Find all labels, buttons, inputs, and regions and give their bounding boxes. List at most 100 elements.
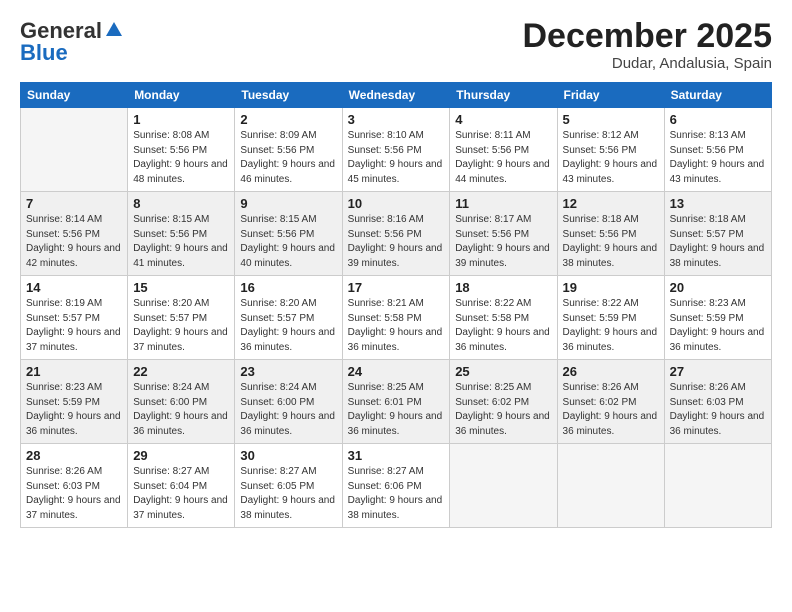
calendar-cell: 23 Sunrise: 8:24 AMSunset: 6:00 PMDayligh… [235,360,342,444]
weekday-header-wednesday: Wednesday [342,83,450,108]
day-number: 7 [26,196,122,211]
day-info: Sunrise: 8:13 AMSunset: 5:56 PMDaylight:… [670,129,766,187]
weekday-header-thursday: Thursday [450,83,557,108]
day-number: 27 [670,364,766,379]
day-number: 30 [240,448,336,463]
day-number: 19 [563,280,659,295]
day-number: 14 [26,280,122,295]
calendar-cell: 7 Sunrise: 8:14 AMSunset: 5:56 PMDaylight… [21,192,128,276]
day-info: Sunrise: 8:27 AMSunset: 6:04 PMDaylight:… [133,465,229,523]
day-info: Sunrise: 8:23 AMSunset: 5:59 PMDaylight:… [26,381,122,439]
day-number: 11 [455,196,551,211]
calendar-cell: 25Sunrise: 8:25 AMSunset: 6:02 PMDayligh… [450,360,557,444]
calendar-cell: 13Sunrise: 8:18 AMSunset: 5:57 PMDayligh… [664,192,771,276]
calendar-cell: 12 Sunrise: 8:18 AMSunset: 5:56 PMDayligh… [557,192,664,276]
calendar-cell: 22Sunrise: 8:24 AMSunset: 6:00 PMDayligh… [128,360,235,444]
day-number: 6 [670,112,766,127]
day-number: 8 [133,196,229,211]
calendar-cell: 29 Sunrise: 8:27 AMSunset: 6:04 PMDayligh… [128,444,235,528]
calendar-cell: 9Sunrise: 8:15 AMSunset: 5:56 PMDaylight… [235,192,342,276]
calendar-cell: 14 Sunrise: 8:19 AMSunset: 5:57 PMDayligh… [21,276,128,360]
day-info: Sunrise: 8:19 AMSunset: 5:57 PMDaylight:… [26,297,122,355]
calendar-cell: 4 Sunrise: 8:11 AMSunset: 5:56 PMDaylight… [450,108,557,192]
day-number: 23 [240,364,336,379]
calendar-table: SundayMondayTuesdayWednesdayThursdayFrid… [20,82,772,528]
day-info: Sunrise: 8:20 AMSunset: 5:57 PMDaylight:… [133,297,229,355]
calendar-cell [450,444,557,528]
calendar-cell: 10 Sunrise: 8:16 AMSunset: 5:56 PMDayligh… [342,192,450,276]
calendar-cell: 18 Sunrise: 8:22 AMSunset: 5:58 PMDayligh… [450,276,557,360]
calendar-cell: 3 Sunrise: 8:10 AMSunset: 5:56 PMDaylight… [342,108,450,192]
weekday-header-monday: Monday [128,83,235,108]
day-info: Sunrise: 8:22 AMSunset: 5:58 PMDaylight:… [455,297,551,355]
day-info: Sunrise: 8:27 AMSunset: 6:06 PMDaylight:… [348,465,445,523]
calendar-cell: 24 Sunrise: 8:25 AMSunset: 6:01 PMDayligh… [342,360,450,444]
day-number: 24 [348,364,445,379]
calendar-week-row: 14 Sunrise: 8:19 AMSunset: 5:57 PMDayligh… [21,276,772,360]
day-info: Sunrise: 8:16 AMSunset: 5:56 PMDaylight:… [348,213,445,271]
day-info: Sunrise: 8:25 AMSunset: 6:02 PMDaylight:… [455,381,551,439]
day-info: Sunrise: 8:18 AMSunset: 5:57 PMDaylight:… [670,213,766,271]
day-info: Sunrise: 8:23 AMSunset: 5:59 PMDaylight:… [670,297,766,355]
calendar-cell [664,444,771,528]
month-title: December 2025 [522,18,772,55]
day-info: Sunrise: 8:11 AMSunset: 5:56 PMDaylight:… [455,129,551,187]
calendar-week-row: 21Sunrise: 8:23 AMSunset: 5:59 PMDayligh… [21,360,772,444]
day-info: Sunrise: 8:21 AMSunset: 5:58 PMDaylight:… [348,297,445,355]
day-number: 5 [563,112,659,127]
day-number: 26 [563,364,659,379]
day-number: 4 [455,112,551,127]
logo-blue: Blue [20,40,68,66]
day-info: Sunrise: 8:10 AMSunset: 5:56 PMDaylight:… [348,129,445,187]
day-info: Sunrise: 8:12 AMSunset: 5:56 PMDaylight:… [563,129,659,187]
calendar-cell: 31 Sunrise: 8:27 AMSunset: 6:06 PMDayligh… [342,444,450,528]
day-number: 2 [240,112,336,127]
day-info: Sunrise: 8:14 AMSunset: 5:56 PMDaylight:… [26,213,122,271]
day-number: 16 [240,280,336,295]
logo-icon [104,20,124,40]
calendar-cell: 6 Sunrise: 8:13 AMSunset: 5:56 PMDaylight… [664,108,771,192]
day-info: Sunrise: 8:25 AMSunset: 6:01 PMDaylight:… [348,381,445,439]
weekday-header-sunday: Sunday [21,83,128,108]
day-info: Sunrise: 8:24 AMSunset: 6:00 PMDaylight:… [240,381,336,439]
day-number: 12 [563,196,659,211]
day-info: Sunrise: 8:20 AMSunset: 5:57 PMDaylight:… [240,297,336,355]
title-block: December 2025 Dudar, Andalusia, Spain [522,18,772,72]
calendar-cell: 1Sunrise: 8:08 AMSunset: 5:56 PMDaylight… [128,108,235,192]
calendar-week-row: 28Sunrise: 8:26 AMSunset: 6:03 PMDayligh… [21,444,772,528]
day-info: Sunrise: 8:26 AMSunset: 6:03 PMDaylight:… [670,381,766,439]
calendar-cell: 27 Sunrise: 8:26 AMSunset: 6:03 PMDayligh… [664,360,771,444]
day-info: Sunrise: 8:27 AMSunset: 6:05 PMDaylight:… [240,465,336,523]
logo: General Blue [20,18,124,66]
weekday-header-tuesday: Tuesday [235,83,342,108]
calendar-cell: 30 Sunrise: 8:27 AMSunset: 6:05 PMDayligh… [235,444,342,528]
calendar-cell: 11Sunrise: 8:17 AMSunset: 5:56 PMDayligh… [450,192,557,276]
day-info: Sunrise: 8:26 AMSunset: 6:02 PMDaylight:… [563,381,659,439]
calendar-cell: 2 Sunrise: 8:09 AMSunset: 5:56 PMDaylight… [235,108,342,192]
day-info: Sunrise: 8:09 AMSunset: 5:56 PMDaylight:… [240,129,336,187]
day-number: 31 [348,448,445,463]
day-number: 22 [133,364,229,379]
calendar-cell [557,444,664,528]
day-info: Sunrise: 8:22 AMSunset: 5:59 PMDaylight:… [563,297,659,355]
calendar-page: General Blue December 2025 Dudar, Andalu… [0,0,792,612]
day-number: 18 [455,280,551,295]
header: General Blue December 2025 Dudar, Andalu… [20,18,772,72]
weekday-header-friday: Friday [557,83,664,108]
day-info: Sunrise: 8:18 AMSunset: 5:56 PMDaylight:… [563,213,659,271]
calendar-cell: 19 Sunrise: 8:22 AMSunset: 5:59 PMDayligh… [557,276,664,360]
calendar-cell: 26 Sunrise: 8:26 AMSunset: 6:02 PMDayligh… [557,360,664,444]
calendar-week-row: 1Sunrise: 8:08 AMSunset: 5:56 PMDaylight… [21,108,772,192]
calendar-cell: 15Sunrise: 8:20 AMSunset: 5:57 PMDayligh… [128,276,235,360]
location: Dudar, Andalusia, Spain [522,55,772,72]
calendar-week-row: 7 Sunrise: 8:14 AMSunset: 5:56 PMDaylight… [21,192,772,276]
day-number: 10 [348,196,445,211]
day-number: 17 [348,280,445,295]
calendar-cell: 16 Sunrise: 8:20 AMSunset: 5:57 PMDayligh… [235,276,342,360]
day-number: 29 [133,448,229,463]
calendar-cell: 8Sunrise: 8:15 AMSunset: 5:56 PMDaylight… [128,192,235,276]
calendar-cell: 28Sunrise: 8:26 AMSunset: 6:03 PMDayligh… [21,444,128,528]
calendar-cell: 20Sunrise: 8:23 AMSunset: 5:59 PMDayligh… [664,276,771,360]
day-number: 3 [348,112,445,127]
day-info: Sunrise: 8:15 AMSunset: 5:56 PMDaylight:… [240,213,336,271]
